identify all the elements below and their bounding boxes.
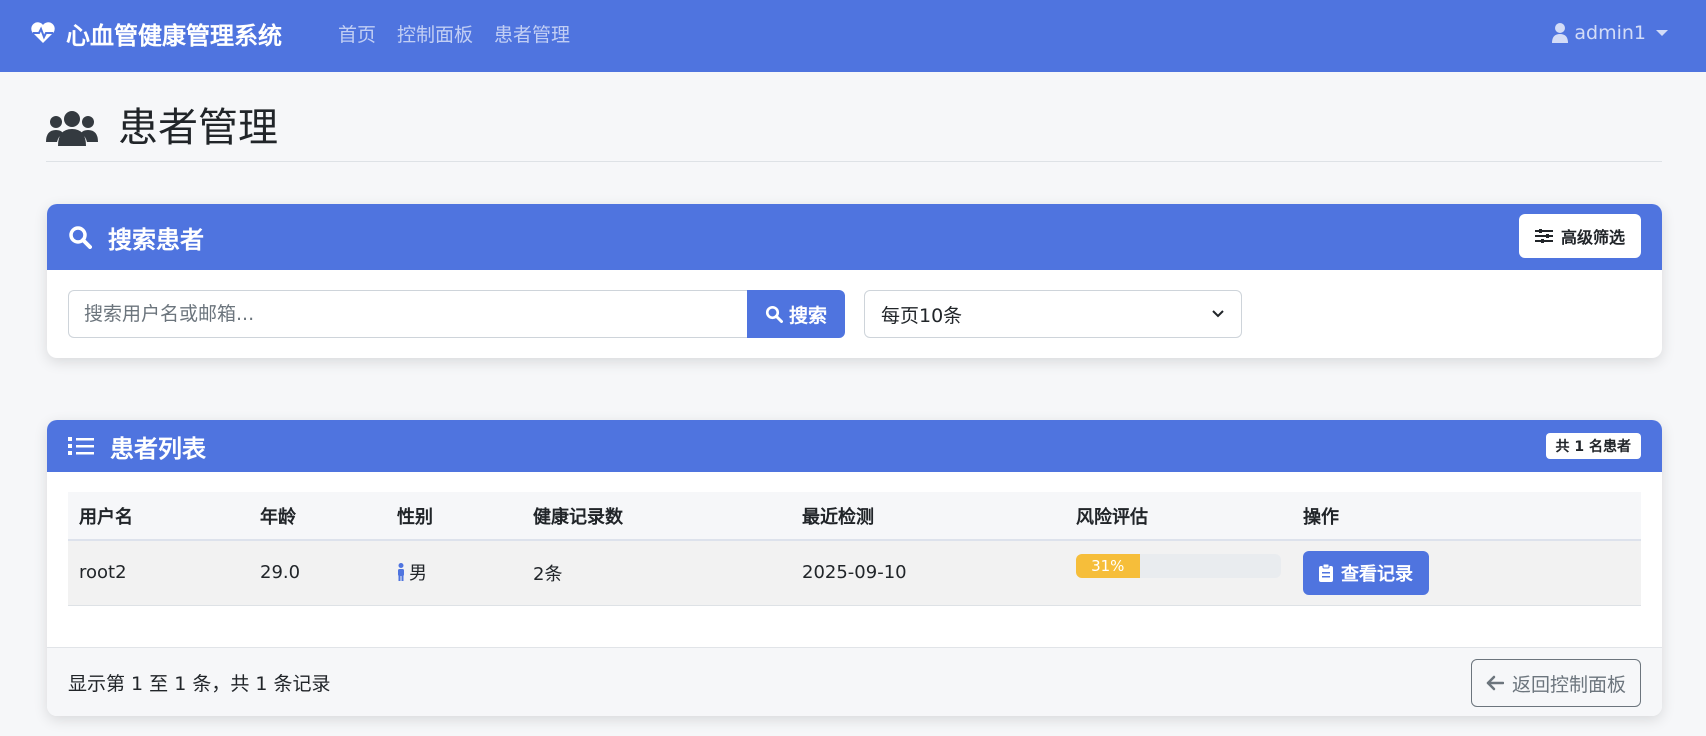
patient-table-wrap: 用户名 年龄 性别 健康记录数 最近检测 风险评估 操作 root2 29.0	[68, 492, 1641, 606]
nav-patients[interactable]: 患者管理	[494, 20, 570, 47]
column-header-last-check: 最近检测	[791, 492, 1065, 541]
patient-count-badge: 共 1 名患者	[1545, 433, 1641, 459]
chevron-down-icon	[1212, 310, 1224, 318]
list-icon	[68, 437, 94, 455]
user-icon	[1552, 23, 1569, 43]
view-records-button[interactable]: 查看记录	[1303, 550, 1429, 595]
search-icon	[69, 226, 92, 249]
per-page-select[interactable]: 每页10条	[864, 290, 1242, 338]
table-row: root2 29.0 男 2条 2025-09-10 31% 查看记录	[68, 540, 1641, 606]
nav-home[interactable]: 首页	[338, 20, 376, 47]
caret-down-icon	[1656, 30, 1668, 36]
users-icon	[46, 111, 98, 146]
column-header-records: 健康记录数	[522, 492, 791, 541]
cell-age: 29.0	[249, 540, 386, 606]
cell-username: root2	[68, 540, 249, 606]
search-card: 搜索患者 高级筛选 搜索 每页10条	[47, 204, 1662, 358]
brand-name: 心血管健康管理系统	[66, 21, 282, 50]
nav-dashboard[interactable]: 控制面板	[397, 20, 473, 47]
cell-gender: 男	[386, 540, 522, 606]
search-button[interactable]: 搜索	[747, 290, 845, 338]
back-label: 返回控制面板	[1511, 673, 1626, 696]
patient-list-card: 患者列表 共 1 名患者 用户名 年龄 性别 健康记录数 最近检测 风险评估 操…	[47, 420, 1662, 716]
column-header-risk: 风险评估	[1065, 492, 1292, 541]
cell-last-check: 2025-09-10	[791, 540, 1065, 606]
risk-progress-bar: 31%	[1076, 553, 1140, 578]
search-button-label: 搜索	[788, 304, 827, 327]
table-header-row: 用户名 年龄 性别 健康记录数 最近检测 风险评估 操作	[68, 492, 1641, 541]
patient-list-header: 患者列表 共 1 名患者	[47, 420, 1662, 472]
page-header: 患者管理	[46, 100, 1662, 162]
cell-actions: 查看记录	[1292, 540, 1641, 606]
per-page-value: 每页10条	[881, 304, 963, 327]
user-menu[interactable]: admin1	[1552, 0, 1668, 66]
column-header-actions: 操作	[1292, 492, 1641, 541]
search-card-header: 搜索患者 高级筛选	[47, 204, 1662, 270]
column-header-age: 年龄	[249, 492, 386, 541]
advanced-filter-label: 高级筛选	[1560, 228, 1625, 247]
column-header-username: 用户名	[68, 492, 249, 541]
page-title: 患者管理	[118, 105, 278, 151]
patient-table: 用户名 年龄 性别 健康记录数 最近检测 风险评估 操作 root2 29.0	[68, 492, 1641, 606]
risk-progress: 31%	[1076, 553, 1281, 578]
top-navbar: 心血管健康管理系统 首页 控制面板 患者管理 admin1	[0, 0, 1706, 72]
search-card-title: 搜索患者	[108, 225, 204, 254]
male-icon	[398, 563, 404, 582]
view-records-label: 查看记录	[1341, 563, 1413, 585]
pagination-info: 显示第 1 至 1 条，共 1 条记录	[68, 672, 331, 695]
sliders-icon	[1534, 229, 1553, 243]
cell-records: 2条	[522, 540, 791, 606]
cell-risk: 31%	[1065, 540, 1292, 606]
clipboard-icon	[1319, 563, 1333, 582]
patient-list-title: 患者列表	[110, 434, 206, 463]
search-icon	[765, 305, 783, 323]
search-input[interactable]	[68, 290, 748, 338]
heart-pulse-icon	[31, 22, 55, 43]
advanced-filter-button[interactable]: 高级筛选	[1518, 214, 1641, 258]
back-to-dashboard-button[interactable]: 返回控制面板	[1470, 659, 1641, 707]
brand[interactable]: 心血管健康管理系统	[30, 0, 282, 66]
search-body: 搜索 每页10条	[47, 270, 1662, 358]
arrow-left-icon	[1486, 675, 1504, 691]
gender-label: 男	[409, 563, 427, 585]
column-header-gender: 性别	[386, 492, 522, 541]
username-label: admin1	[1574, 22, 1646, 44]
patient-list-footer: 显示第 1 至 1 条，共 1 条记录 返回控制面板	[47, 647, 1662, 716]
